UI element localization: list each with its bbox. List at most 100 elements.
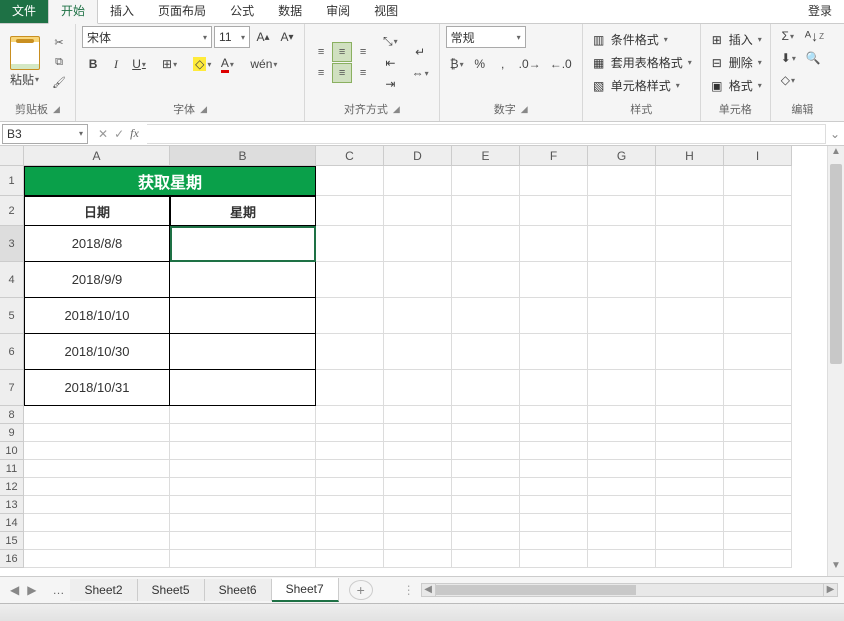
name-box[interactable]: B3▾ (2, 124, 88, 144)
confirm-formula-icon[interactable]: ✓ (114, 127, 124, 141)
cell[interactable] (724, 514, 792, 532)
align-center-button[interactable]: ≡ (332, 63, 352, 83)
sheet-tab-sheet6[interactable]: Sheet6 (205, 579, 272, 601)
clear-button[interactable]: ◇▾ (777, 70, 799, 90)
cell[interactable] (656, 514, 724, 532)
cell[interactable] (316, 262, 384, 298)
format-as-table-button[interactable]: ▦套用表格格式▾ (589, 52, 694, 74)
cell[interactable] (170, 550, 316, 568)
align-bottom-button[interactable]: ≡ (353, 42, 373, 62)
cell[interactable] (384, 460, 452, 478)
cell[interactable] (520, 370, 588, 406)
cell[interactable] (384, 196, 452, 226)
cell[interactable] (384, 166, 452, 196)
cell[interactable] (384, 262, 452, 298)
cell[interactable] (170, 478, 316, 496)
number-launcher[interactable]: ◢ (521, 104, 528, 115)
cell[interactable] (452, 442, 520, 460)
cell[interactable] (588, 478, 656, 496)
cell[interactable] (452, 166, 520, 196)
cell[interactable] (384, 514, 452, 532)
cell[interactable] (520, 166, 588, 196)
copy-button[interactable]: ⧉ (49, 54, 69, 72)
cell[interactable] (520, 550, 588, 568)
font-color-button[interactable]: A▾ (216, 54, 238, 74)
align-left-button[interactable]: ≡ (311, 63, 331, 83)
tab-insert[interactable]: 插入 (98, 0, 146, 23)
cell[interactable] (452, 478, 520, 496)
cell-B4[interactable] (170, 262, 316, 298)
cell-A3[interactable]: 2018/8/8 (24, 226, 170, 262)
cell[interactable] (452, 424, 520, 442)
header-week[interactable]: 星期 (170, 196, 316, 226)
increase-font-button[interactable]: A▴ (252, 27, 274, 47)
row-header-3[interactable]: 3 (0, 226, 24, 262)
cell[interactable] (656, 406, 724, 424)
cell[interactable] (24, 496, 170, 514)
cell[interactable] (656, 370, 724, 406)
format-painter-button[interactable]: 🖌 (49, 74, 69, 92)
wrap-text-button[interactable]: ↵ (408, 42, 433, 62)
cell[interactable] (656, 196, 724, 226)
row-header-6[interactable]: 6 (0, 334, 24, 370)
row-header-8[interactable]: 8 (0, 406, 24, 424)
tab-overflow-icon[interactable]: … (46, 583, 70, 597)
cell[interactable] (384, 424, 452, 442)
horizontal-scrollbar[interactable]: ◀ ▶ (421, 583, 838, 597)
cell[interactable] (724, 334, 792, 370)
cell[interactable] (452, 406, 520, 424)
hscroll-thumb[interactable] (436, 585, 636, 595)
cell[interactable] (724, 196, 792, 226)
align-top-button[interactable]: ≡ (311, 42, 331, 62)
cell-A7[interactable]: 2018/10/31 (24, 370, 170, 406)
autosum-button[interactable]: Σ▾ (777, 26, 799, 46)
cell[interactable] (384, 496, 452, 514)
col-header-B[interactable]: B (170, 146, 316, 166)
formula-expand-icon[interactable]: ⌄ (826, 127, 844, 141)
col-header-G[interactable]: G (588, 146, 656, 166)
cell[interactable] (316, 166, 384, 196)
row-header-2[interactable]: 2 (0, 196, 24, 226)
cell[interactable] (724, 532, 792, 550)
title-cell[interactable]: 获取星期 (24, 166, 316, 196)
cell[interactable] (656, 262, 724, 298)
underline-button[interactable]: U▾ (128, 54, 150, 74)
cell[interactable] (724, 262, 792, 298)
italic-button[interactable]: I (105, 54, 127, 74)
cell[interactable] (656, 334, 724, 370)
cell-B6[interactable] (170, 334, 316, 370)
percent-button[interactable]: % (469, 54, 491, 74)
align-middle-button[interactable]: ≡ (332, 42, 352, 62)
decrease-decimal-button[interactable]: ←.0 (546, 54, 576, 74)
cell[interactable] (452, 334, 520, 370)
cell[interactable] (452, 196, 520, 226)
row-header-11[interactable]: 11 (0, 460, 24, 478)
conditional-format-button[interactable]: ▥条件格式▾ (589, 29, 694, 51)
cell[interactable] (170, 442, 316, 460)
cell[interactable] (656, 298, 724, 334)
tab-file[interactable]: 文件 (0, 0, 48, 23)
cell[interactable] (24, 460, 170, 478)
cell[interactable] (656, 478, 724, 496)
cell[interactable] (724, 424, 792, 442)
cell[interactable] (520, 514, 588, 532)
row-header-10[interactable]: 10 (0, 442, 24, 460)
clipboard-launcher[interactable]: ◢ (53, 104, 60, 115)
merge-center-button[interactable]: ⇔▾ (408, 63, 433, 83)
font-size-select[interactable]: 11▾ (214, 26, 250, 48)
number-format-select[interactable]: 常规▾ (446, 26, 526, 48)
cell[interactable] (588, 442, 656, 460)
tab-formula[interactable]: 公式 (218, 0, 266, 23)
cell[interactable] (316, 442, 384, 460)
format-cells-button[interactable]: ▣格式▾ (707, 75, 764, 97)
col-header-F[interactable]: F (520, 146, 588, 166)
cell[interactable] (588, 226, 656, 262)
cell[interactable] (384, 532, 452, 550)
cell[interactable] (24, 442, 170, 460)
cell[interactable] (384, 370, 452, 406)
decrease-font-button[interactable]: A▾ (276, 27, 298, 47)
fill-button[interactable]: ⬇▾ (777, 48, 800, 68)
row-header-14[interactable]: 14 (0, 514, 24, 532)
cell[interactable] (452, 226, 520, 262)
comma-button[interactable]: , (492, 54, 514, 74)
